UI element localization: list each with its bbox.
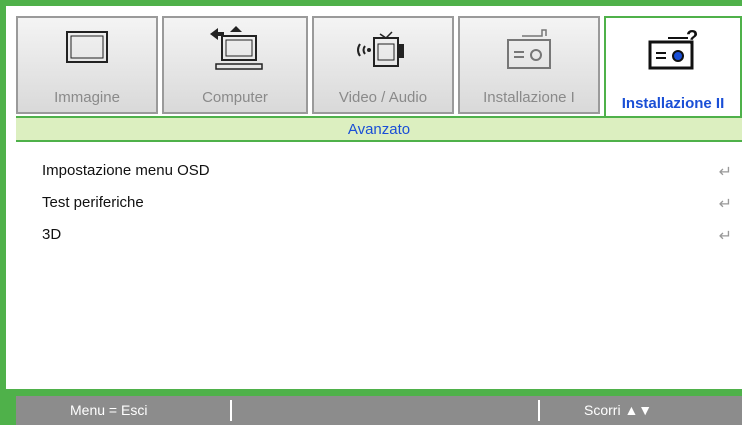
- svg-text:?: ?: [686, 27, 698, 49]
- footer-bar: Menu = Esci Scorri ▲▼: [16, 396, 742, 425]
- tab-installazione-2[interactable]: ? Installazione II: [604, 16, 742, 118]
- projector-help-icon: ?: [638, 26, 708, 81]
- tab-label: Installazione II: [621, 95, 725, 112]
- enter-arrow-icon: ↵: [718, 228, 732, 245]
- menu-item-osd-settings[interactable]: Impostazione menu OSD ↵: [42, 158, 732, 184]
- menu-item-3d[interactable]: 3D ↵: [42, 222, 732, 248]
- menu-content: Impostazione menu OSD ↵ Test periferiche…: [16, 142, 742, 385]
- tab-label: Computer: [202, 89, 268, 106]
- section-title: Avanzato: [347, 121, 411, 138]
- footer-exit-hint: Menu = Esci: [70, 402, 148, 418]
- computer-icon: [200, 26, 270, 81]
- tab-label: Video / Audio: [338, 89, 428, 106]
- menu-item-device-test[interactable]: Test periferiche ↵: [42, 190, 732, 216]
- menu-item-label: Test periferiche: [42, 194, 144, 211]
- tab-installazione-1[interactable]: Installazione I: [458, 16, 600, 114]
- footer-divider: [230, 400, 232, 421]
- tab-video-audio[interactable]: Video / Audio: [312, 16, 454, 114]
- enter-arrow-icon: ↵: [718, 164, 732, 181]
- footer-divider: [538, 400, 540, 421]
- tab-computer[interactable]: Computer: [162, 16, 308, 114]
- tab-label: Installazione I: [483, 89, 575, 106]
- enter-arrow-icon: ↵: [718, 196, 732, 213]
- video-audio-icon: [348, 26, 418, 81]
- monitor-icon: [57, 26, 117, 77]
- tab-immagine[interactable]: Immagine: [16, 16, 158, 114]
- projector-icon: [494, 26, 564, 81]
- menu-item-label: Impostazione menu OSD: [42, 162, 210, 179]
- footer-scroll-hint: Scorri ▲▼: [584, 402, 653, 418]
- section-title-bar: Avanzato: [16, 116, 742, 142]
- tab-label: Immagine: [54, 89, 120, 106]
- menu-item-label: 3D: [42, 226, 62, 243]
